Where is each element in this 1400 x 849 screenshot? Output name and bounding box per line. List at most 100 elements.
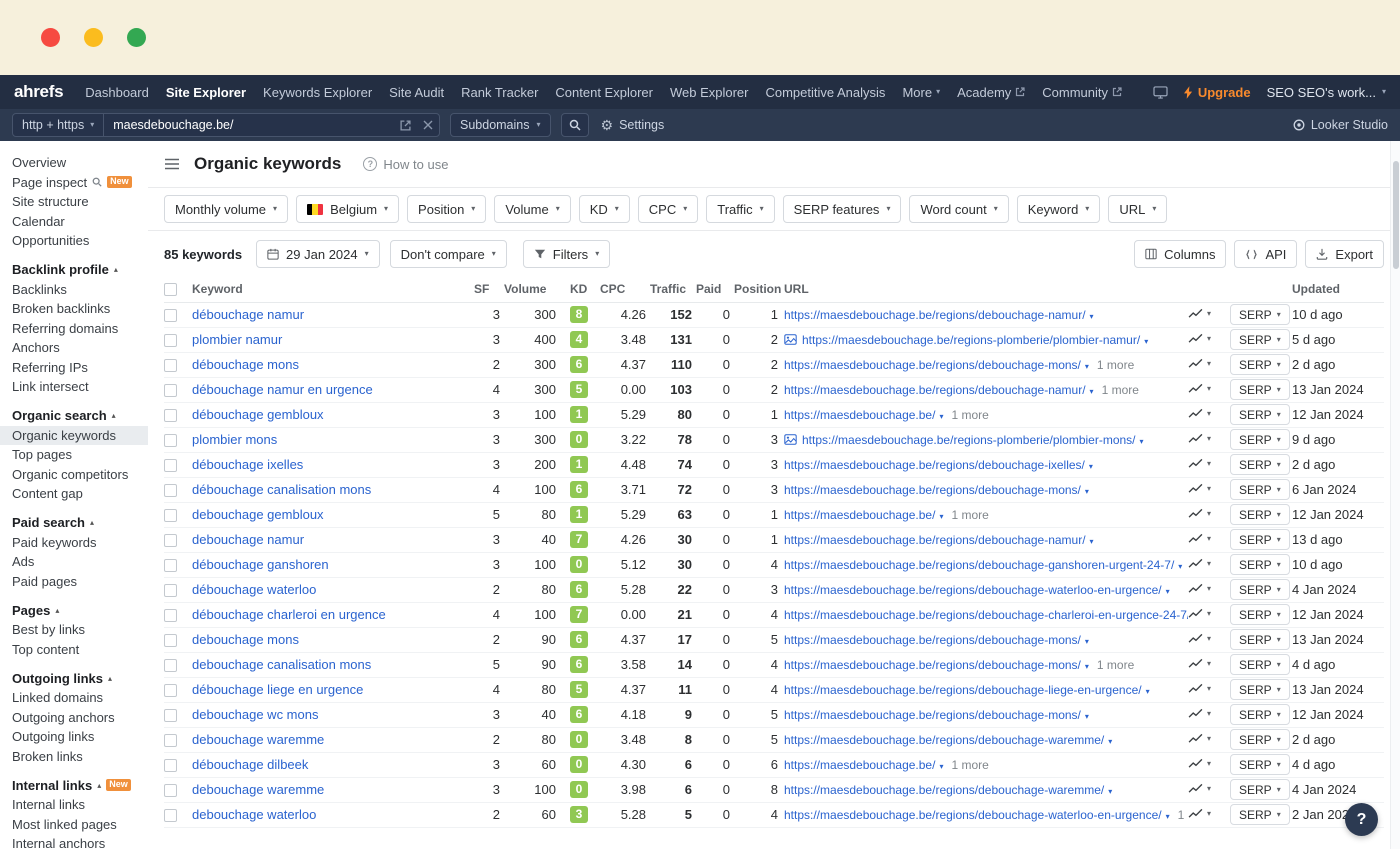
url-chevron-icon[interactable]: ▾: [1166, 812, 1170, 821]
position-history-button[interactable]: ▾: [1188, 783, 1211, 794]
keyword-link[interactable]: débouchage waterloo: [192, 582, 316, 597]
minimize-button[interactable]: [84, 28, 103, 47]
monitor-icon[interactable]: [1153, 86, 1168, 99]
serp-button[interactable]: SERP▾: [1230, 704, 1290, 725]
sidebar-toggle-icon[interactable]: [164, 158, 180, 170]
position-history-button[interactable]: ▾: [1188, 758, 1211, 769]
row-checkbox[interactable]: [164, 784, 177, 797]
sidebar-item-broken-backlinks[interactable]: Broken backlinks: [0, 299, 148, 319]
date-picker[interactable]: 29 Jan 2024▾: [256, 240, 380, 268]
serp-button[interactable]: SERP▾: [1230, 329, 1290, 350]
sidebar-item-link-intersect[interactable]: Link intersect: [0, 377, 148, 397]
settings-button[interactable]: ⚙Settings: [601, 118, 665, 132]
serp-button[interactable]: SERP▾: [1230, 779, 1290, 800]
keyword-link[interactable]: débouchage liege en urgence: [192, 682, 363, 697]
position-history-button[interactable]: ▾: [1188, 733, 1211, 744]
vertical-scrollbar[interactable]: [1390, 141, 1400, 849]
url-link[interactable]: https://maesdebouchage.be/regions/debouc…: [784, 708, 1081, 722]
account-menu[interactable]: SEO SEO's work...▾: [1267, 85, 1386, 100]
sidebar-item-referring-domains[interactable]: Referring domains: [0, 319, 148, 339]
nav-item-community[interactable]: Community: [1042, 85, 1122, 100]
keyword-link[interactable]: débouchage ganshoren: [192, 557, 329, 572]
filter-cpc[interactable]: CPC▾: [638, 195, 698, 223]
serp-button[interactable]: SERP▾: [1230, 404, 1290, 425]
sidebar-item-internal-links[interactable]: Internal links: [0, 795, 148, 815]
close-button[interactable]: [41, 28, 60, 47]
sidebar-item-broken-links[interactable]: Broken links: [0, 747, 148, 767]
help-button[interactable]: ?: [1345, 803, 1378, 836]
col-url[interactable]: URL: [782, 276, 1188, 302]
url-link[interactable]: https://maesdebouchage.be/regions-plombe…: [802, 333, 1140, 347]
row-checkbox[interactable]: [164, 434, 177, 447]
url-link[interactable]: https://maesdebouchage.be/regions/debouc…: [784, 633, 1081, 647]
position-history-button[interactable]: ▾: [1188, 683, 1211, 694]
url-link[interactable]: https://maesdebouchage.be/regions/debouc…: [784, 583, 1162, 597]
url-chevron-icon[interactable]: ▾: [1178, 562, 1182, 571]
serp-button[interactable]: SERP▾: [1230, 354, 1290, 375]
ahrefs-logo[interactable]: ahrefs: [14, 82, 63, 102]
url-link[interactable]: https://maesdebouchage.be/regions/debouc…: [784, 558, 1174, 572]
url-chevron-icon[interactable]: ▾: [1108, 787, 1112, 796]
filter-url[interactable]: URL▾: [1108, 195, 1167, 223]
open-external-icon[interactable]: [394, 120, 417, 131]
serp-button[interactable]: SERP▾: [1230, 554, 1290, 575]
row-checkbox[interactable]: [164, 509, 177, 522]
col-traffic[interactable]: Traffic: [650, 276, 696, 302]
upgrade-button[interactable]: Upgrade: [1184, 85, 1251, 100]
serp-button[interactable]: SERP▾: [1230, 804, 1290, 825]
nav-item-site-audit[interactable]: Site Audit: [389, 85, 444, 100]
more-urls-link[interactable]: 1 more: [951, 408, 988, 422]
row-checkbox[interactable]: [164, 734, 177, 747]
position-history-button[interactable]: ▾: [1188, 433, 1211, 444]
url-chevron-icon[interactable]: ▾: [1108, 737, 1112, 746]
keyword-link[interactable]: débouchage namur: [192, 307, 304, 322]
keyword-link[interactable]: debouchage canalisation mons: [192, 657, 371, 672]
filter-traffic[interactable]: Traffic▾: [706, 195, 774, 223]
more-urls-link[interactable]: 1 more: [1097, 658, 1134, 672]
position-history-button[interactable]: ▾: [1188, 558, 1211, 569]
more-urls-link[interactable]: 1 more: [951, 758, 988, 772]
position-history-button[interactable]: ▾: [1188, 358, 1211, 369]
position-history-button[interactable]: ▾: [1188, 458, 1211, 469]
sidebar-item-outgoing-anchors[interactable]: Outgoing anchors: [0, 708, 148, 728]
select-all-checkbox[interactable]: [164, 283, 177, 296]
url-chevron-icon[interactable]: ▾: [1085, 637, 1089, 646]
export-button[interactable]: Export: [1305, 240, 1384, 268]
sidebar-section-internal-links[interactable]: Internal links▴New: [0, 775, 148, 795]
keyword-link[interactable]: debouchage waremme: [192, 732, 324, 747]
sidebar-section-outgoing-links[interactable]: Outgoing links▴: [0, 668, 148, 688]
sidebar-item-anchors[interactable]: Anchors: [0, 338, 148, 358]
url-link[interactable]: https://maesdebouchage.be/regions/debouc…: [784, 358, 1081, 372]
sidebar-item-top-content[interactable]: Top content: [0, 640, 148, 660]
scrollbar-thumb[interactable]: [1393, 161, 1399, 269]
nav-item-dashboard[interactable]: Dashboard: [85, 85, 149, 100]
col-kd[interactable]: KD: [560, 276, 600, 302]
col-keyword[interactable]: Keyword: [192, 276, 474, 302]
looker-studio-link[interactable]: Looker Studio: [1293, 118, 1388, 132]
serp-button[interactable]: SERP▾: [1230, 679, 1290, 700]
row-checkbox[interactable]: [164, 709, 177, 722]
keyword-link[interactable]: débouchage ixelles: [192, 457, 303, 472]
url-link[interactable]: https://maesdebouchage.be/: [784, 508, 935, 522]
more-urls-link[interactable]: 1 more: [1178, 808, 1188, 822]
position-history-button[interactable]: ▾: [1188, 408, 1211, 419]
keyword-link[interactable]: débouchage dilbeek: [192, 757, 308, 772]
nav-item-content-explorer[interactable]: Content Explorer: [555, 85, 653, 100]
keyword-link[interactable]: debouchage mons: [192, 632, 299, 647]
clear-icon[interactable]: [417, 120, 439, 130]
url-link[interactable]: https://maesdebouchage.be/regions/debouc…: [784, 308, 1086, 322]
sidebar-item-organic-competitors[interactable]: Organic competitors: [0, 465, 148, 485]
serp-button[interactable]: SERP▾: [1230, 729, 1290, 750]
col-position[interactable]: Position: [734, 276, 782, 302]
sidebar-item-opportunities[interactable]: Opportunities: [0, 231, 148, 251]
nav-item-site-explorer[interactable]: Site Explorer: [166, 85, 246, 100]
position-history-button[interactable]: ▾: [1188, 708, 1211, 719]
url-link[interactable]: https://maesdebouchage.be/regions/debouc…: [784, 658, 1081, 672]
position-history-button[interactable]: ▾: [1188, 383, 1211, 394]
keyword-link[interactable]: debouchage gembloux: [192, 507, 324, 522]
serp-button[interactable]: SERP▾: [1230, 504, 1290, 525]
scope-select[interactable]: Subdomains▾: [450, 113, 551, 137]
sidebar-item-ads[interactable]: Ads: [0, 552, 148, 572]
filter-kd[interactable]: KD▾: [579, 195, 630, 223]
row-checkbox[interactable]: [164, 309, 177, 322]
